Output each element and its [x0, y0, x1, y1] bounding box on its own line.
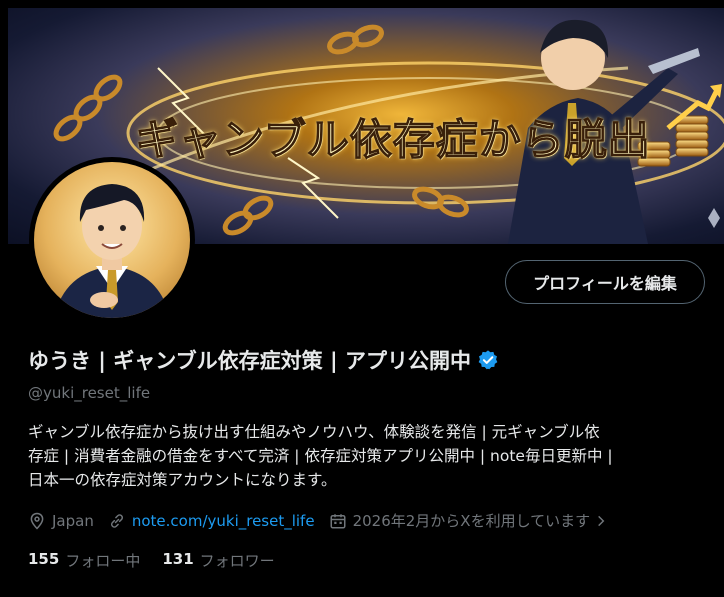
calendar-icon	[330, 513, 346, 528]
name-row: ゆうき | ギャンブル依存症対策 | アプリ公開中	[28, 345, 499, 375]
bio-line: 日本一の依存症対策アカウントになります。	[28, 471, 337, 489]
following-count: 155	[28, 550, 60, 568]
location-pin-icon	[30, 512, 44, 530]
joined-text: 2026年2月からXを利用しています	[352, 512, 591, 530]
top-strip	[0, 0, 724, 8]
banner-title: ギャンブル依存症から脱出	[135, 106, 651, 167]
website-item[interactable]: note.com/yuki_reset_life	[108, 512, 315, 530]
profile-bio: ギャンブル依存症から抜け出す仕組みやノウハウ、体験談を発信 | 元ギャンブル依 …	[28, 420, 708, 492]
display-name: ゆうき | ギャンブル依存症対策 | アプリ公開中	[28, 349, 471, 373]
follow-stats: 155 フォロー中 131 フォロワー	[28, 550, 297, 571]
following-link[interactable]: 155 フォロー中	[28, 550, 140, 571]
user-handle: @yuki_reset_life	[28, 384, 151, 402]
location-text: Japan	[52, 511, 94, 530]
link-icon	[110, 513, 123, 528]
edit-profile-button[interactable]: プロフィールを編集	[505, 260, 705, 304]
followers-link[interactable]: 131 フォロワー	[162, 550, 274, 571]
joined-item[interactable]: 2026年2月からXを利用しています	[329, 510, 615, 531]
followers-count: 131	[162, 550, 194, 568]
chevron-right-icon	[598, 515, 605, 526]
profile-meta: Japan note.com/yuki_reset_life 2026年2月から…	[28, 510, 628, 531]
followers-label: フォロワー	[199, 552, 275, 570]
bio-line: ギャンブル依存症から抜け出す仕組みやノウハウ、体験談を発信 | 元ギャンブル依	[28, 423, 600, 441]
following-label: フォロー中	[65, 552, 141, 570]
website-link[interactable]: note.com/yuki_reset_life	[132, 512, 315, 530]
bio-line: 存症 | 消費者金融の借金をすべて完済 | 依存症対策アプリ公開中 | note…	[28, 447, 613, 465]
location-item: Japan	[28, 512, 94, 530]
avatar[interactable]	[29, 157, 195, 323]
avatar-image	[34, 162, 190, 318]
verified-badge-icon[interactable]	[477, 349, 499, 371]
